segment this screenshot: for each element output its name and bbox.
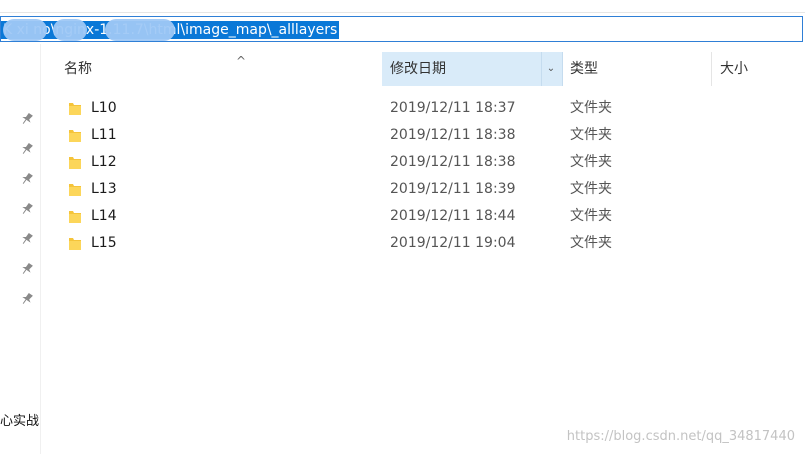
- file-type: 文件夹: [570, 127, 612, 143]
- folder-icon: [69, 184, 81, 196]
- file-row[interactable]: L11 2019/12/11 18:38 文件夹: [41, 122, 805, 149]
- file-type: 文件夹: [570, 154, 612, 170]
- file-list: L10 2019/12/11 18:37 文件夹 L11 2019/12/11 …: [41, 95, 805, 257]
- column-header-size[interactable]: 大小: [712, 52, 802, 86]
- column-header-date-label: 修改日期: [390, 61, 446, 77]
- watermark-text: https://blog.csdn.net/qq_34817440: [566, 429, 795, 444]
- file-date: 2019/12/11 18:38: [390, 127, 516, 143]
- file-name[interactable]: L12: [91, 149, 117, 176]
- file-type: 文件夹: [570, 181, 612, 197]
- nav-item-label[interactable]: 心实战: [0, 410, 39, 429]
- file-row[interactable]: L13 2019/12/11 18:39 文件夹: [41, 176, 805, 203]
- file-type: 文件夹: [570, 100, 612, 116]
- file-type: 文件夹: [570, 235, 612, 251]
- folder-icon: [69, 130, 81, 142]
- file-row[interactable]: L15 2019/12/11 19:04 文件夹: [41, 230, 805, 257]
- pin-icon[interactable]: [20, 172, 34, 186]
- file-row[interactable]: L12 2019/12/11 18:38 文件夹: [41, 149, 805, 176]
- pin-icon[interactable]: [20, 112, 34, 126]
- file-type: 文件夹: [570, 208, 612, 224]
- column-header-name[interactable]: 名称 ^: [64, 52, 364, 86]
- column-header-size-label: 大小: [720, 61, 748, 77]
- file-date: 2019/12/11 18:37: [390, 100, 516, 116]
- folder-icon: [69, 211, 81, 223]
- column-header-type[interactable]: 类型: [562, 52, 712, 86]
- file-row[interactable]: L10 2019/12/11 18:37 文件夹: [41, 95, 805, 122]
- redaction-blur: [105, 19, 175, 41]
- column-header-date[interactable]: 修改日期 ⌄: [382, 52, 563, 86]
- chevron-down-icon[interactable]: ⌄: [541, 52, 560, 86]
- pin-icon[interactable]: [20, 262, 34, 276]
- column-header-row: 名称 ^ 修改日期 ⌄ 类型 大小: [41, 52, 805, 86]
- file-row[interactable]: L14 2019/12/11 18:44 文件夹: [41, 203, 805, 230]
- pin-icon[interactable]: [20, 142, 34, 156]
- pin-icon[interactable]: [20, 232, 34, 246]
- window-top-strip: [0, 0, 805, 13]
- pin-icon[interactable]: [20, 292, 34, 306]
- address-bar[interactable]: K xi no\nginx-1.11.7\html\image_map\_all…: [0, 16, 803, 42]
- redaction-blur: [53, 19, 87, 41]
- column-header-name-label: 名称: [64, 61, 92, 77]
- redaction-blur: [3, 19, 47, 41]
- file-name[interactable]: L14: [91, 203, 117, 230]
- file-date: 2019/12/11 18:39: [390, 181, 516, 197]
- pin-icon[interactable]: [20, 202, 34, 216]
- file-date: 2019/12/11 18:44: [390, 208, 516, 224]
- file-name[interactable]: L13: [91, 176, 117, 203]
- file-name[interactable]: L11: [91, 122, 117, 149]
- folder-icon: [69, 157, 81, 169]
- file-date: 2019/12/11 18:38: [390, 154, 516, 170]
- sort-ascending-icon: ^: [236, 54, 247, 68]
- navigation-pane: [0, 44, 41, 454]
- file-date: 2019/12/11 19:04: [390, 235, 516, 251]
- folder-icon: [69, 238, 81, 250]
- file-name[interactable]: L15: [91, 230, 117, 257]
- file-name[interactable]: L10: [91, 95, 117, 122]
- column-header-type-label: 类型: [570, 61, 598, 77]
- folder-icon: [69, 103, 81, 115]
